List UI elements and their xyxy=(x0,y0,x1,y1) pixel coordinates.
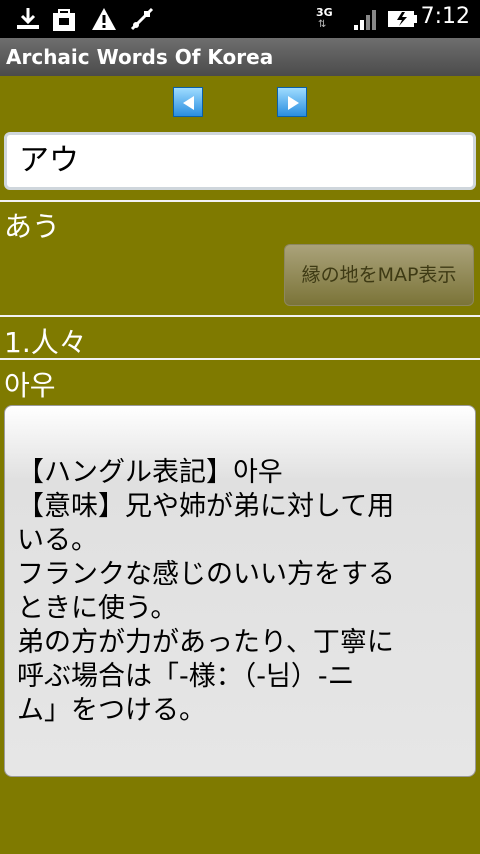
reading-text: あう xyxy=(4,210,61,243)
detail-line: 【意味】兄や姉が弟に対して用 xyxy=(17,491,395,522)
bag-icon xyxy=(50,5,78,33)
detail-panel: 【ハングル表記】아우 【意味】兄や姉が弟に対して用 いる。 フランクな感じのいい… xyxy=(4,405,476,777)
search-input[interactable]: アウ xyxy=(4,132,476,190)
divider xyxy=(0,200,480,202)
warning-icon xyxy=(90,5,118,33)
usb-debug-icon xyxy=(128,5,156,33)
right-arrow-icon xyxy=(288,96,299,110)
detail-line: フランクな感じのいい方をする xyxy=(17,559,395,590)
divider xyxy=(0,315,480,317)
signal-icon xyxy=(350,5,378,33)
previous-button[interactable] xyxy=(173,87,203,117)
next-button[interactable] xyxy=(277,87,307,117)
download-icon xyxy=(14,5,42,33)
detail-line: 弟の方が力があったり、丁寧に xyxy=(17,627,394,658)
divider xyxy=(0,358,480,360)
detail-line: 【ハングル表記】아우 xyxy=(17,457,283,488)
detail-line: ときに使う。 xyxy=(17,593,178,624)
network-label: 3G xyxy=(316,6,333,19)
detail-line: いる。 xyxy=(17,525,98,556)
show-map-button[interactable]: 縁の地をMAP表示 xyxy=(284,244,474,306)
app-title: Archaic Words Of Korea xyxy=(0,38,480,76)
meaning-number: 1.人々 xyxy=(4,326,87,359)
clock: 7:12 xyxy=(420,4,470,29)
detail-line: ム」をつける。 xyxy=(17,695,206,726)
data-arrows-icon: ⇅ xyxy=(318,19,327,30)
left-arrow-icon xyxy=(183,96,194,110)
hangul-text: 아우 xyxy=(4,369,56,402)
battery-charging-icon xyxy=(386,5,420,33)
status-bar: 3G ⇅ 7:12 xyxy=(0,0,480,38)
detail-line: 呼ぶ場合は「-様：（-님）-ニ xyxy=(17,661,355,692)
